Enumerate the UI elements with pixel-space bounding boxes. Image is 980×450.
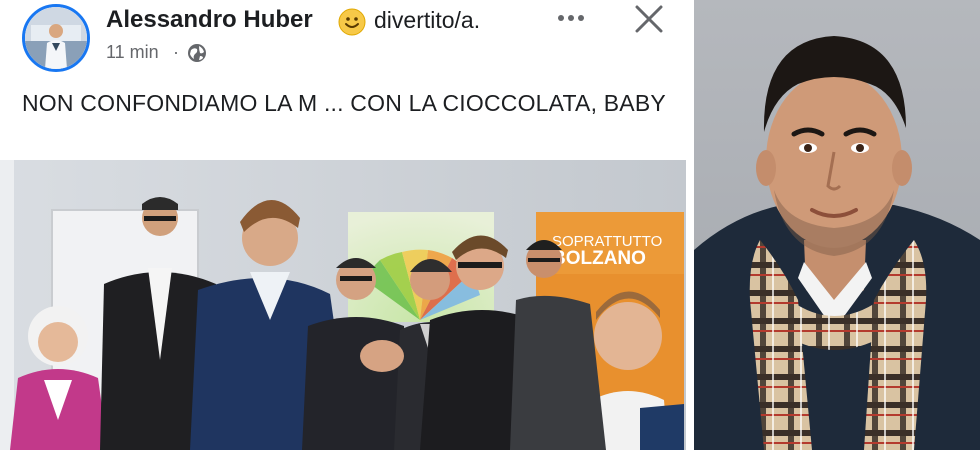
smiley-emoji-icon [338, 8, 366, 36]
post-text: NON CONFONDIAMO LA M ... CON LA CIOCCOLA… [22, 90, 666, 116]
author-avatar[interactable] [22, 4, 90, 72]
post-timestamp[interactable]: 11 min [106, 42, 159, 63]
globe-icon [188, 44, 206, 62]
post-photo[interactable]: SOPRATTUTTO BOLZANO [0, 160, 686, 450]
portrait-photo [694, 0, 980, 450]
facebook-post: Alessandro Huber divertito/a. 11 min · N… [0, 0, 690, 450]
more-horizontal-icon[interactable] [554, 6, 588, 30]
close-icon[interactable] [632, 4, 666, 34]
author-name[interactable]: Alessandro Huber [106, 6, 313, 34]
meta-separator: · [173, 42, 179, 62]
poster-line-2: BOLZANO [552, 248, 646, 269]
feeling-label: divertito/a. [374, 7, 481, 33]
